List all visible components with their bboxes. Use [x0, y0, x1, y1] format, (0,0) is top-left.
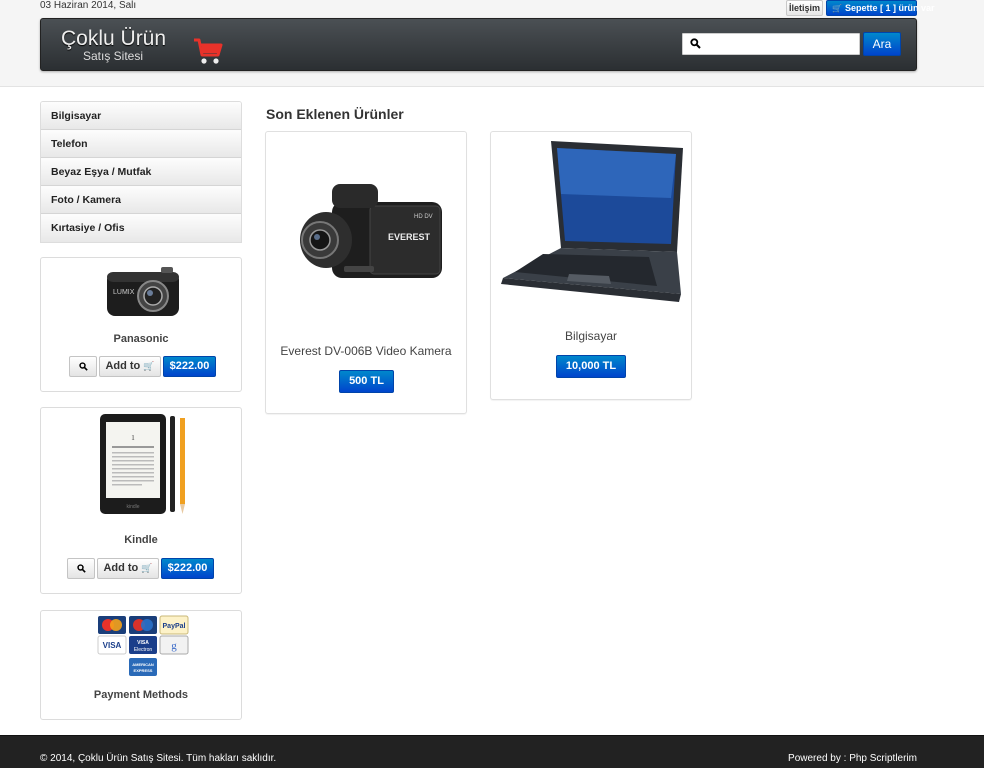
add-to-cart-label: Add to [105, 360, 141, 372]
search-box [682, 33, 860, 55]
logo-title: Çoklu Ürün [61, 27, 167, 50]
add-to-cart-button[interactable]: Add to 🛒 [97, 558, 159, 579]
product-image-video-camera[interactable]: EVEREST HD DV [284, 170, 450, 300]
category-item-kirtasiye[interactable]: Kırtasiye / Ofis [41, 214, 241, 242]
price-button[interactable]: $222.00 [163, 356, 216, 377]
add-to-cart-button[interactable]: Add to 🛒 [99, 356, 161, 377]
cart-label: Sepette [ 1 ] ürün var [844, 3, 935, 13]
featured-product-name: Panasonic [113, 333, 169, 345]
product-name: Everest DV-006B Video Kamera [280, 344, 452, 358]
search-input[interactable] [705, 35, 855, 53]
category-list: Bilgisayar Telefon Beyaz Eşya / Mutfak F… [40, 101, 242, 243]
logo[interactable]: Çoklu Ürün Satış Sitesi [61, 25, 223, 65]
cart-button[interactable]: 🛒 Sepette [ 1 ] ürün var [826, 0, 935, 16]
price-button[interactable]: $222.00 [161, 558, 214, 579]
zoom-icon [76, 564, 86, 573]
camera-brand-label: LUMIX [113, 289, 135, 296]
navbar: Çoklu Ürün Satış Sitesi Ara [40, 18, 917, 71]
payment-methods-box: PayPal VISA VISA Electron g AMERICAN EXPRE… [40, 610, 242, 720]
zoom-button[interactable] [67, 558, 95, 579]
footer-copyright: © 2014, Çoklu Ürün Satış Sitesi. Tüm hak… [40, 753, 277, 764]
product-price-button[interactable]: 500 TL [339, 370, 394, 393]
svg-text:1: 1 [131, 434, 135, 442]
payment-methods-title: Payment Methods [93, 689, 189, 701]
current-date: 03 Haziran 2014, Salı [40, 0, 137, 11]
cart-icon: 🛒 [832, 4, 842, 13]
footer: © 2014, Çoklu Ürün Satış Sitesi. Tüm hak… [0, 735, 984, 768]
camera-brand-label: EVEREST [388, 232, 431, 242]
product-name: Bilgisayar [564, 329, 618, 343]
product-image-laptop[interactable] [499, 138, 685, 314]
product-price-button[interactable]: 10,000 TL [556, 355, 626, 378]
payment-cards-image: PayPal VISA VISAElectron g AMERICANEXPRE… [97, 615, 189, 676]
add-to-cart-label: Add to [103, 562, 139, 574]
svg-text:EXPRESS: EXPRESS [134, 668, 153, 673]
category-item-bilgisayar[interactable]: Bilgisayar [41, 102, 241, 130]
search-icon [690, 38, 701, 49]
product-card-laptop: Bilgisayar 10,000 TL [490, 131, 692, 400]
category-item-telefon[interactable]: Telefon [41, 130, 241, 158]
svg-text:Electron: Electron [134, 647, 153, 653]
product-card-video-camera: EVEREST HD DV Everest DV-006B Video Kame… [265, 131, 467, 414]
category-item-beyaz-esya[interactable]: Beyaz Eşya / Mutfak [41, 158, 241, 186]
paypal-label: PayPal [163, 623, 186, 630]
zoom-icon [78, 362, 88, 371]
product-image-camera[interactable]: LUMIX [103, 264, 183, 320]
featured-product-name: Kindle [124, 534, 158, 546]
section-title: Son Eklenen Ürünler [266, 106, 404, 122]
product-image-kindle[interactable]: 1 kindle [94, 410, 190, 522]
contact-button[interactable]: İletişim [786, 0, 823, 16]
kindle-brand-label: kindle [126, 504, 139, 510]
footer-powered-by[interactable]: Powered by : Php Scriptlerim [788, 753, 917, 764]
cart-icon: 🛒 [141, 563, 153, 573]
featured-product-panasonic: LUMIX Panasonic Add to 🛒 $222.00 [40, 257, 242, 392]
search-button[interactable]: Ara [863, 32, 901, 56]
featured-product-kindle: 1 kindle Kindle Add to 🛒 $222.00 [40, 407, 242, 594]
category-item-foto-kamera[interactable]: Foto / Kamera [41, 186, 241, 214]
svg-text:VISA: VISA [137, 640, 149, 646]
svg-text:HD DV: HD DV [414, 214, 433, 220]
visa-label: VISA [103, 641, 122, 650]
zoom-button[interactable] [69, 356, 97, 377]
cart-icon: 🛒 [143, 361, 155, 371]
shopping-cart-icon [194, 38, 223, 64]
svg-text:g: g [171, 640, 177, 652]
logo-subtitle: Satış Sitesi [83, 49, 144, 63]
top-strip: 03 Haziran 2014, Salı İletişim 🛒 Sepette … [0, 0, 984, 87]
svg-text:AMERICAN: AMERICAN [132, 662, 154, 667]
